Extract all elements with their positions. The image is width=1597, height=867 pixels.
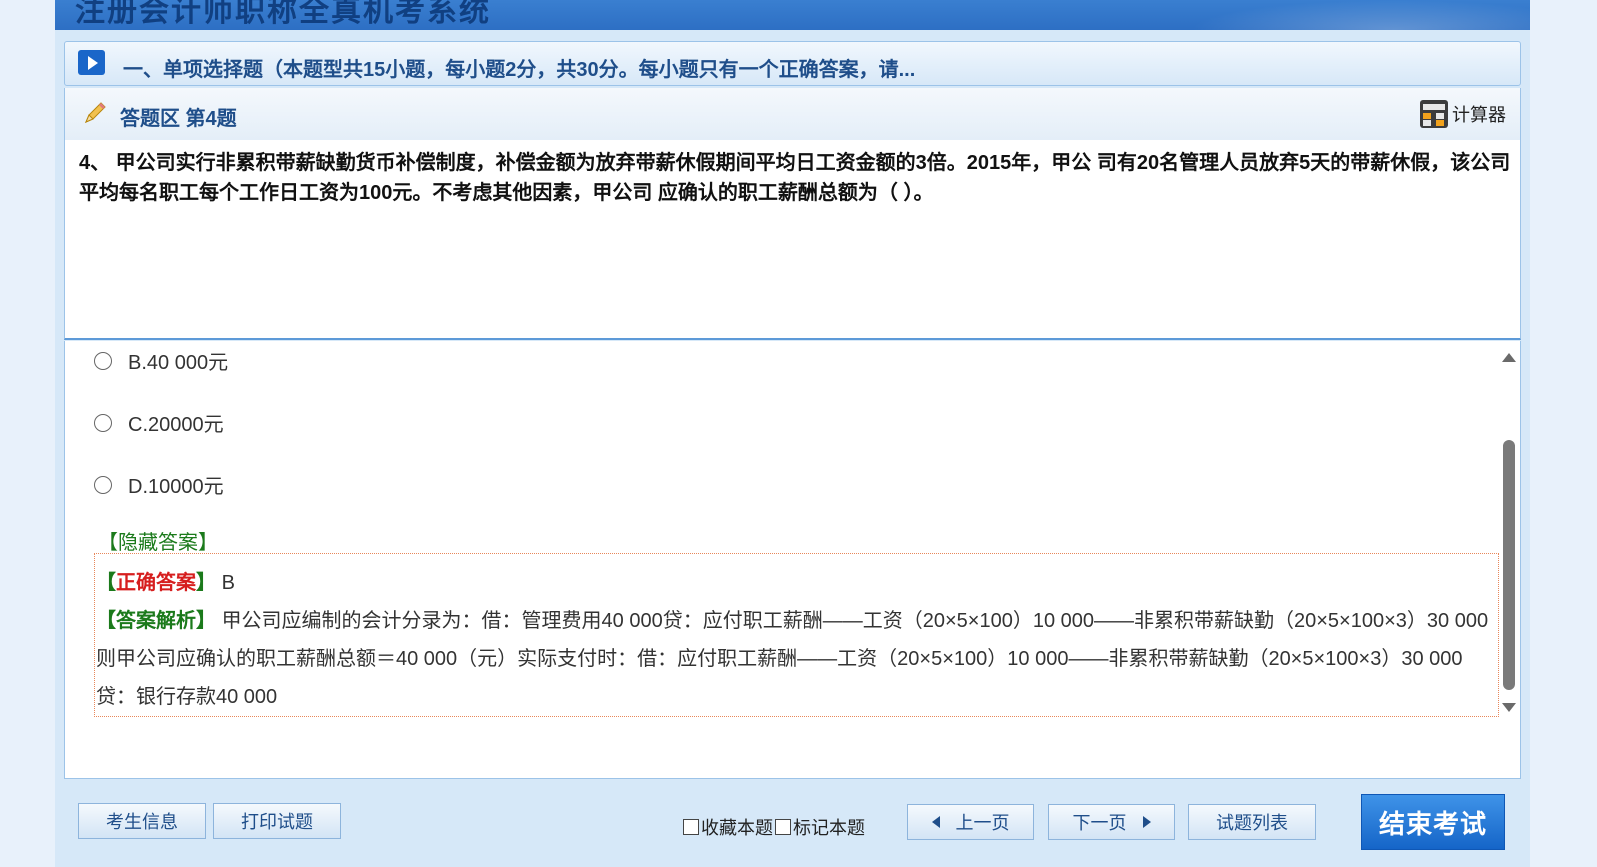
correct-answer-value: B bbox=[221, 572, 235, 594]
section-title: 一、单项选择题（本题型共15小题，每小题2分，共30分。每小题只有一个正确答案，… bbox=[123, 59, 916, 81]
explanation-line: 【答案解析】 甲公司应编制的会计分录为：借：管理费用40 000贷：应付职工薪酬… bbox=[96, 602, 1495, 716]
answer-box: 【正确答案】 B 【答案解析】 甲公司应编制的会计分录为：借：管理费用40 00… bbox=[94, 553, 1499, 717]
top-banner: 注册会计师职称全真机考系统 bbox=[55, 0, 1530, 30]
answer-area-title: 答题区 第4题 bbox=[120, 108, 237, 130]
option-b-label: B.40 000元 bbox=[128, 352, 229, 374]
explanation-text: 甲公司应编制的会计分录为：借：管理费用40 000贷：应付职工薪酬——工资（20… bbox=[96, 610, 1489, 708]
option-d[interactable]: D.10000元 bbox=[94, 470, 224, 499]
bracket-close: 】 bbox=[196, 610, 216, 632]
end-exam-button[interactable]: 结束考试 bbox=[1361, 794, 1505, 850]
options-area: B.40 000元 C.20000元 D.10000元 【隐藏答案】 【正确答案… bbox=[64, 341, 1521, 779]
bottom-toolbar: 考生信息 打印试题 收藏本题 标记本题 上一页 下一页 试题列表 结束考试 bbox=[55, 790, 1530, 867]
calculator-button[interactable]: 计算器 bbox=[1420, 100, 1506, 128]
student-info-button[interactable]: 考生信息 bbox=[78, 803, 206, 839]
bracket-open: 【 bbox=[96, 610, 116, 632]
favorite-label: 收藏本题 bbox=[701, 818, 773, 838]
hide-answer-link[interactable]: 【隐藏答案】 bbox=[98, 526, 218, 555]
arrow-left-icon bbox=[931, 816, 940, 828]
next-page-button[interactable]: 下一页 bbox=[1048, 804, 1175, 840]
next-page-label: 下一页 bbox=[1072, 813, 1127, 833]
prev-page-button[interactable]: 上一页 bbox=[907, 804, 1034, 840]
radio-option-c[interactable] bbox=[94, 413, 112, 432]
option-b[interactable]: B.40 000元 bbox=[94, 346, 228, 375]
mark-label: 标记本题 bbox=[793, 818, 865, 838]
section-header: 一、单项选择题（本题型共15小题，每小题2分，共30分。每小题只有一个正确答案，… bbox=[64, 41, 1521, 86]
mark-checkbox[interactable] bbox=[775, 819, 791, 835]
banner-decoration bbox=[1190, 0, 1530, 30]
bracket-close: 】 bbox=[196, 572, 216, 594]
calculator-label: 计算器 bbox=[1452, 105, 1506, 125]
question-text: 4、 甲公司实行非累积带薪缺勤货币补偿制度，补偿金额为放弃带薪休假期间平均日工资… bbox=[79, 152, 1511, 204]
explanation-label: 答案解析 bbox=[116, 610, 196, 632]
prev-page-label: 上一页 bbox=[955, 813, 1010, 833]
favorite-checkbox[interactable] bbox=[683, 819, 699, 835]
answer-area-header: 答题区 第4题 计算器 bbox=[64, 88, 1521, 140]
scroll-up-arrow[interactable] bbox=[1502, 353, 1516, 362]
bracket-open: 【 bbox=[96, 572, 116, 594]
arrow-right-icon bbox=[1142, 816, 1151, 828]
scrollbar-thumb[interactable] bbox=[1503, 440, 1515, 690]
play-icon[interactable] bbox=[78, 50, 105, 75]
question-list-button[interactable]: 试题列表 bbox=[1188, 804, 1316, 840]
pencil-icon bbox=[85, 102, 106, 123]
calculator-icon bbox=[1420, 100, 1448, 128]
radio-option-d[interactable] bbox=[94, 475, 112, 494]
option-c-label: C.20000元 bbox=[128, 414, 224, 436]
correct-answer-line: 【正确答案】 B bbox=[96, 564, 1495, 602]
scroll-down-arrow[interactable] bbox=[1502, 703, 1516, 712]
print-button[interactable]: 打印试题 bbox=[213, 803, 341, 839]
question-checkboxes: 收藏本题 标记本题 bbox=[683, 814, 865, 840]
banner-title: 注册会计师职称全真机考系统 bbox=[75, 0, 491, 28]
correct-answer-label: 正确答案 bbox=[116, 572, 196, 594]
radio-option-b[interactable] bbox=[94, 351, 112, 370]
option-d-label: D.10000元 bbox=[128, 476, 224, 498]
question-area: 4、 甲公司实行非累积带薪缺勤货币补偿制度，补偿金额为放弃带薪休假期间平均日工资… bbox=[64, 140, 1521, 340]
option-c[interactable]: C.20000元 bbox=[94, 408, 224, 437]
